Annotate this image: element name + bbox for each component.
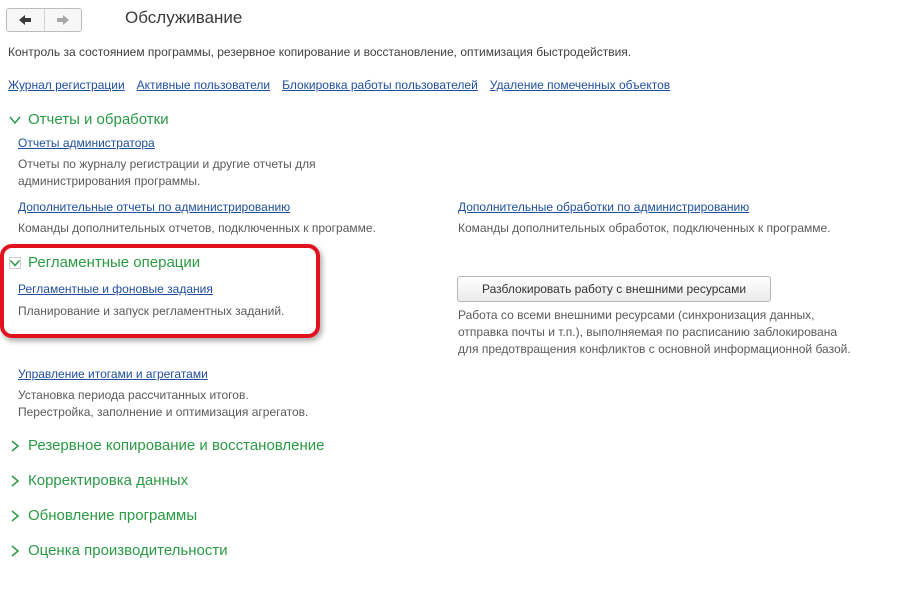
group-update-header[interactable]: Обновление программы xyxy=(9,507,197,524)
user-lock-link[interactable]: Блокировка работы пользователей xyxy=(282,78,478,92)
event-log-link[interactable]: Журнал регистрации xyxy=(8,78,125,92)
unlock-note: Работа со всеми внешними ресурсами (синх… xyxy=(458,308,851,356)
group-scheduled-title: Регламентные операции xyxy=(28,254,201,271)
extra-processing-link[interactable]: Дополнительные обработки по администриро… xyxy=(458,200,749,214)
delete-marked-link[interactable]: Удаление помеченных объектов xyxy=(490,78,670,92)
extra-processing-note: Команды дополнительных обработок, подклю… xyxy=(458,221,831,235)
arrow-left-icon xyxy=(19,15,32,25)
active-users-link[interactable]: Активные пользователи xyxy=(137,78,270,92)
group-scheduled-header[interactable]: Регламентные операции xyxy=(9,254,200,271)
chevron-right-icon xyxy=(11,544,20,557)
admin-reports-link[interactable]: Отчеты администратора xyxy=(18,136,155,150)
group-performance-header[interactable]: Оценка производительности xyxy=(9,542,228,559)
scheduled-jobs-link[interactable]: Регламентные и фоновые задания xyxy=(18,282,213,296)
group-backup-title: Резервное копирование и восстановление xyxy=(28,437,325,454)
extra-reports-note: Команды дополнительных отчетов, подключе… xyxy=(18,221,376,235)
top-links: Журнал регистрации Активные пользователи… xyxy=(8,78,670,92)
forward-button[interactable] xyxy=(43,9,82,31)
totals-aggregates-link[interactable]: Управление итогами и агрегатами xyxy=(18,367,208,381)
group-backup-header[interactable]: Резервное копирование и восстановление xyxy=(9,437,325,454)
group-performance-title: Оценка производительности xyxy=(28,542,228,559)
group-update-title: Обновление программы xyxy=(28,507,198,524)
scheduled-jobs-note: Планирование и запуск регламентных задан… xyxy=(18,304,285,318)
page-title: Обслуживание xyxy=(125,8,243,27)
back-button[interactable] xyxy=(7,9,44,31)
chevron-right-icon xyxy=(11,474,20,487)
admin-reports-note: Отчеты по журналу регистрации и другие о… xyxy=(18,157,316,188)
chevron-down-icon xyxy=(9,116,21,124)
chevron-right-icon xyxy=(11,509,20,522)
group-reports-header[interactable]: Отчеты и обработки xyxy=(9,111,169,128)
group-data-correction-title: Корректировка данных xyxy=(28,472,189,489)
history-navigation xyxy=(6,8,82,32)
page-description: Контроль за состоянием программы, резерв… xyxy=(8,45,632,59)
group-data-correction-header[interactable]: Корректировка данных xyxy=(9,472,188,489)
arrow-right-icon xyxy=(56,15,69,25)
extra-reports-link[interactable]: Дополнительные отчеты по администрирован… xyxy=(18,200,290,214)
totals-aggregates-note: Установка периода рассчитанных итогов. П… xyxy=(18,388,309,419)
unlock-external-resources-button[interactable]: Разблокировать работу с внешними ресурса… xyxy=(457,276,771,302)
group-reports-title: Отчеты и обработки xyxy=(28,111,169,128)
chevron-down-icon xyxy=(9,256,21,269)
chevron-right-icon xyxy=(11,439,20,452)
